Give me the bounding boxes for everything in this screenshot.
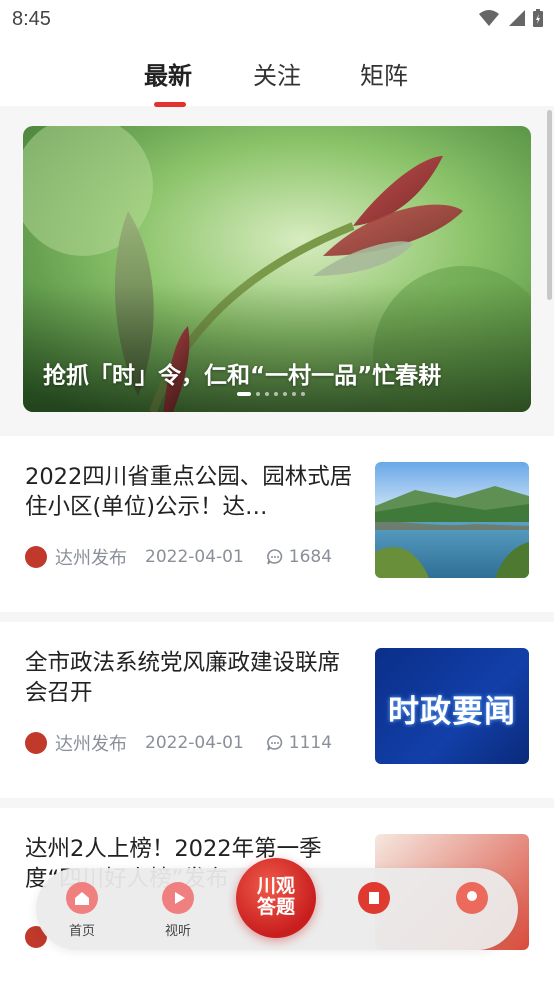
carousel-dot xyxy=(292,392,296,396)
comment-icon xyxy=(266,549,283,565)
quiz-label-line2: 答题 xyxy=(256,896,295,918)
tab-matrix[interactable]: 矩阵 xyxy=(360,56,408,91)
nav-item-5[interactable] xyxy=(450,882,494,914)
source-name: 达州发布 xyxy=(55,548,127,569)
news-thumbnail: 时政要闻 xyxy=(375,648,529,764)
home-icon xyxy=(66,882,98,914)
status-icons xyxy=(478,8,544,28)
comment-count: 1114 xyxy=(266,733,332,753)
source-logo xyxy=(25,732,47,754)
status-time: 8:45 xyxy=(12,8,51,30)
tab-latest[interactable]: 最新 xyxy=(144,56,192,91)
nav-item-4[interactable] xyxy=(352,882,396,914)
wifi-icon xyxy=(479,10,499,26)
news-icon xyxy=(358,882,390,914)
scrollbar[interactable] xyxy=(547,110,552,300)
news-item[interactable]: 全市政法系统党风廉政建设联席会召开 达州发布 2022-04-01 1114 时… xyxy=(0,622,554,798)
carousel-dot xyxy=(274,392,278,396)
publish-date: 2022-04-01 xyxy=(145,547,244,567)
comment-count-value: 1114 xyxy=(288,733,333,753)
lake-thumbnail-image xyxy=(375,462,529,578)
signal-icon xyxy=(509,10,525,26)
carousel-dot xyxy=(256,392,260,396)
comment-count: 1684 xyxy=(266,547,332,567)
banner-carousel[interactable]: 抢抓「时」令，仁和“一村一品”忙春耕 xyxy=(23,126,531,412)
top-tabs: 最新 关注 矩阵 xyxy=(0,40,554,107)
banner-caption: 抢抓「时」令，仁和“一村一品”忙春耕 xyxy=(43,363,442,389)
carousel-dot xyxy=(301,392,305,396)
news-meta: 达州发布 2022-04-01 1684 xyxy=(25,542,332,572)
quiz-center-button[interactable]: 川观 答题 xyxy=(236,858,316,938)
nav-video-label: 视听 xyxy=(164,924,191,939)
quiz-button-label: 川观 答题 xyxy=(236,876,316,918)
active-tab-indicator xyxy=(154,102,186,107)
carousel-dot xyxy=(237,392,251,396)
tab-follow[interactable]: 关注 xyxy=(253,56,301,91)
comment-icon xyxy=(266,735,283,751)
nav-home[interactable]: 首页 xyxy=(60,882,104,939)
nav-home-label: 首页 xyxy=(68,924,95,939)
news-title: 全市政法系统党风廉政建设联席会召开 xyxy=(25,650,341,706)
news-title: 2022四川省重点公园、园林式居住小区(单位)公示！达… xyxy=(25,464,353,520)
status-bar: 8:45 xyxy=(0,0,554,40)
quiz-label-line1: 川观 xyxy=(256,875,295,897)
publish-date: 2022-04-01 xyxy=(145,733,244,753)
nav-video[interactable]: 视听 xyxy=(156,882,200,939)
play-icon xyxy=(162,882,194,914)
source-logo xyxy=(25,546,47,568)
carousel-dot xyxy=(283,392,287,396)
news-thumbnail xyxy=(375,462,529,578)
battery-icon xyxy=(533,9,543,27)
carousel-dot xyxy=(265,392,269,396)
source-name: 达州发布 xyxy=(55,734,127,755)
news-item[interactable]: 2022四川省重点公园、园林式居住小区(单位)公示！达… 达州发布 2022-0… xyxy=(0,436,554,612)
comment-count-value: 1684 xyxy=(288,547,333,567)
carousel-indicator xyxy=(237,392,305,396)
news-meta: 达州发布 2022-04-01 1114 xyxy=(25,728,332,758)
thumbnail-caption: 时政要闻 xyxy=(388,694,516,730)
profile-icon xyxy=(456,882,488,914)
